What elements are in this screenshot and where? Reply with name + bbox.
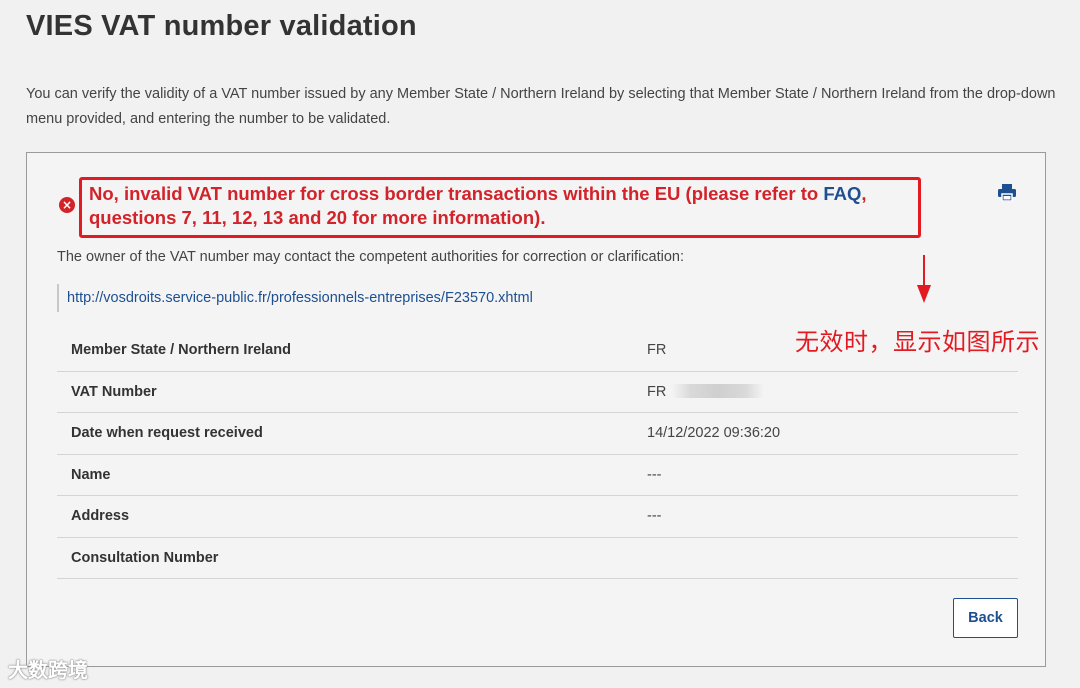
- row-label: Date when request received: [71, 425, 263, 441]
- table-row: Address ---: [57, 496, 1018, 538]
- row-value: ---: [647, 508, 662, 524]
- vat-number-prefix: FR: [647, 383, 667, 400]
- row-label: Address: [71, 508, 130, 524]
- intro-text: You can verify the validity of a VAT num…: [26, 86, 1056, 127]
- table-row: Member State / Northern Ireland FR: [57, 330, 1018, 372]
- annotation-arrow-icon: [917, 255, 931, 303]
- row-value: 14/12/2022 09:36:20: [647, 425, 781, 441]
- row-value: ---: [647, 466, 662, 483]
- row-label: VAT Number: [71, 383, 157, 400]
- invalid-vat-message: No, invalid VAT number for cross border …: [89, 182, 919, 230]
- faq-link[interactable]: FAQ: [823, 183, 861, 204]
- row-value: FR: [647, 342, 667, 358]
- table-row: Consultation Number: [57, 538, 1018, 579]
- printer-icon[interactable]: [998, 184, 1016, 201]
- table-row: Date when request received 14/12/2022 09…: [57, 413, 1018, 455]
- redacted-vat-number: [672, 383, 765, 398]
- table-row: Name ---: [57, 455, 1018, 496]
- row-label: Consultation Number: [71, 549, 219, 566]
- authority-link-block: http://vosdroits.service-public.fr/profe…: [57, 284, 533, 312]
- table-row: VAT Number FR: [57, 372, 1018, 413]
- row-value: FR: [647, 383, 765, 400]
- error-circle-icon: ×: [59, 197, 75, 213]
- row-label: Member State / Northern Ireland: [71, 342, 291, 358]
- details-table: Member State / Northern Ireland FR VAT N…: [57, 330, 1018, 579]
- authority-link[interactable]: http://vosdroits.service-public.fr/profe…: [67, 290, 533, 306]
- row-label: Name: [71, 466, 111, 483]
- watermark-logo: 大数跨境: [8, 658, 88, 682]
- owner-contact-text: The owner of the VAT number may contact …: [57, 249, 685, 265]
- invalid-message-part1: No, invalid VAT number for cross border …: [89, 183, 824, 204]
- back-button[interactable]: Back: [953, 598, 1018, 638]
- page-title: VIES VAT number validation: [26, 10, 417, 42]
- vies-page: VIES VAT number validation You can verif…: [0, 0, 1080, 688]
